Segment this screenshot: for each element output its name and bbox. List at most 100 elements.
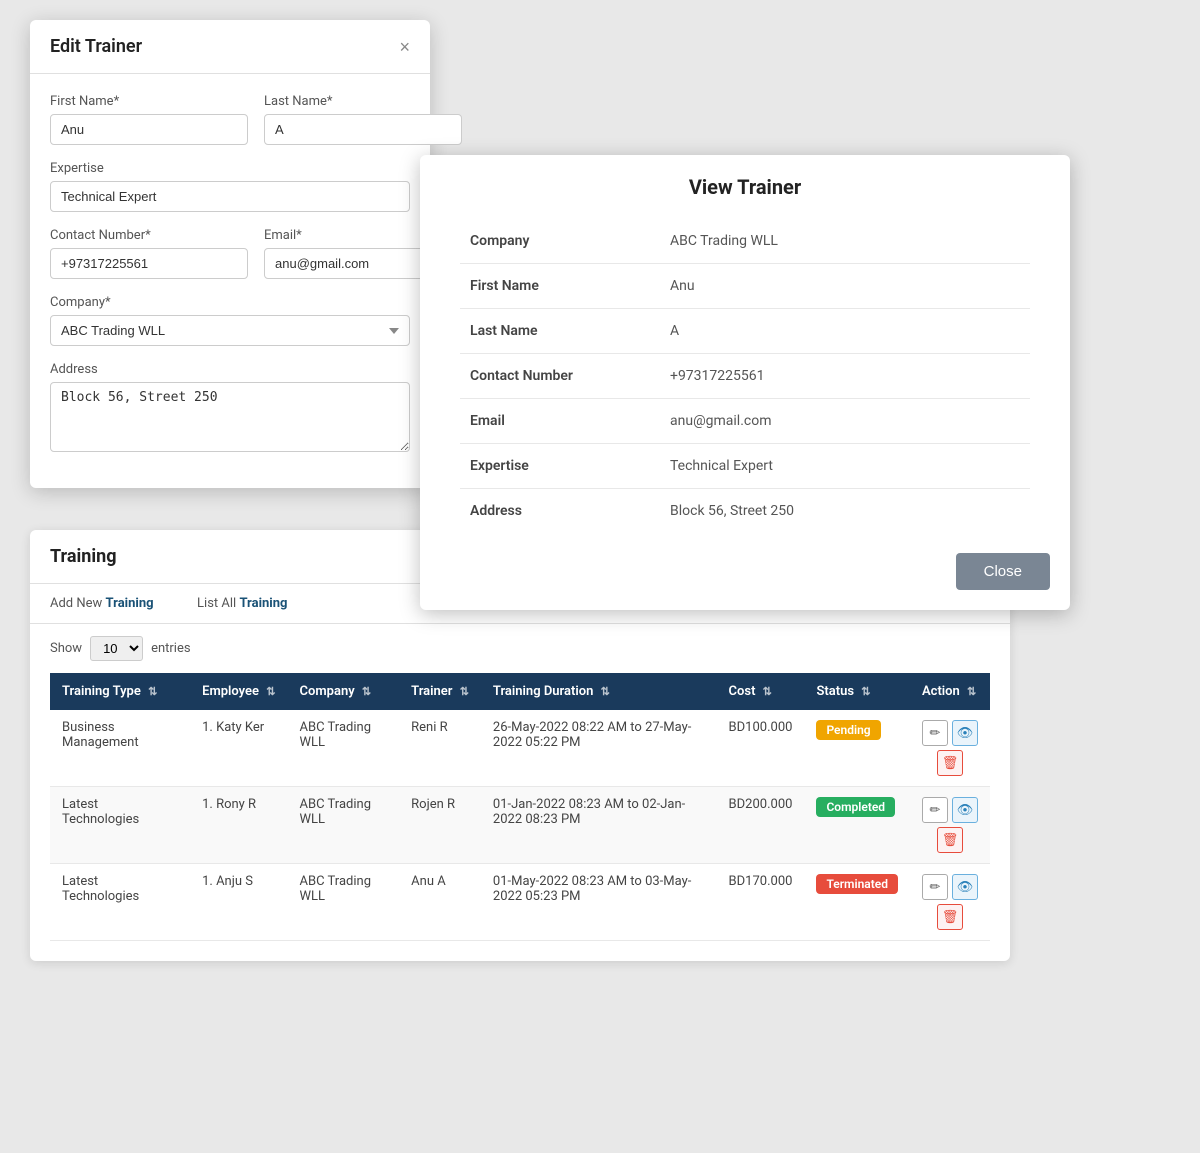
action-row-bottom: 🗑	[937, 750, 963, 776]
view-row-label: First Name	[460, 264, 660, 309]
address-label: Address	[50, 362, 410, 377]
name-row: First Name* Last Name*	[50, 94, 410, 145]
training-table-body: Business Management 1. Katy Ker ABC Trad…	[50, 710, 990, 941]
delete-button[interactable]: 🗑	[937, 904, 963, 930]
training-col-header[interactable]: Trainer ⇅	[399, 673, 481, 710]
training-col-header[interactable]: Cost ⇅	[717, 673, 805, 710]
duration-cell: 26-May-2022 08:22 AM to 27-May-2022 05:2…	[481, 710, 717, 787]
edit-button[interactable]: ✏	[922, 797, 948, 823]
action-buttons: ✏ 👁 🗑	[922, 797, 978, 853]
list-all-type: Training	[239, 596, 287, 611]
edit-trainer-close-button[interactable]: ×	[399, 38, 410, 56]
expertise-label: Expertise	[50, 161, 410, 176]
cost-cell: BD200.000	[717, 787, 805, 864]
address-textarea[interactable]: Block 56, Street 250	[50, 382, 410, 452]
edit-trainer-body: First Name* Last Name* Expertise Contact…	[30, 74, 430, 488]
action-cell: ✏ 👁 🗑	[910, 787, 990, 864]
view-row-value: Anu	[660, 264, 1030, 309]
company-cell: ABC Trading WLL	[288, 710, 400, 787]
view-trainer-footer: Close	[420, 533, 1070, 610]
address-group: Address Block 56, Street 250	[50, 362, 410, 452]
edit-button[interactable]: ✏	[922, 874, 948, 900]
view-button[interactable]: 👁	[952, 720, 978, 746]
view-row-value: anu@gmail.com	[660, 399, 1030, 444]
view-trainer-table-wrapper: Company ABC Trading WLL First Name Anu L…	[420, 219, 1070, 533]
training-col-header[interactable]: Company ⇅	[288, 673, 400, 710]
view-trainer-row: Company ABC Trading WLL	[460, 219, 1030, 264]
action-row-top: ✏ 👁	[922, 797, 978, 823]
training-table-head: Training Type ⇅Employee ⇅Company ⇅Traine…	[50, 673, 990, 710]
company-select[interactable]: ABC Trading WLL	[50, 315, 410, 346]
table-row: Business Management 1. Katy Ker ABC Trad…	[50, 710, 990, 787]
view-row-label: Contact Number	[460, 354, 660, 399]
contact-email-row: Contact Number* Email*	[50, 228, 410, 279]
add-new-type: Training	[106, 596, 154, 611]
first-name-label: First Name*	[50, 94, 248, 109]
action-buttons: ✏ 👁 🗑	[922, 720, 978, 776]
list-all-training-link[interactable]: List All Training	[177, 584, 307, 623]
last-name-label: Last Name*	[264, 94, 462, 109]
cost-cell: BD170.000	[717, 864, 805, 941]
action-cell: ✏ 👁 🗑	[910, 710, 990, 787]
first-name-group: First Name*	[50, 94, 248, 145]
view-trainer-title: View Trainer	[440, 175, 1050, 199]
sort-icon: ⇅	[266, 685, 275, 698]
show-entries-row: Show 10 25 50 entries	[30, 624, 1010, 673]
employee-cell: 1. Anju S	[190, 864, 287, 941]
view-trainer-row: Contact Number +97317225561	[460, 354, 1030, 399]
edit-trainer-header: Edit Trainer ×	[30, 20, 430, 74]
contact-input[interactable]	[50, 248, 248, 279]
action-row-bottom: 🗑	[937, 904, 963, 930]
training-type-cell: Latest Technologies	[50, 787, 190, 864]
add-new-label: Add New	[50, 596, 102, 611]
first-name-input[interactable]	[50, 114, 248, 145]
table-row: Latest Technologies 1. Anju S ABC Tradin…	[50, 864, 990, 941]
edit-trainer-modal: Edit Trainer × First Name* Last Name* Ex…	[30, 20, 430, 488]
company-group: Company* ABC Trading WLL	[50, 295, 410, 346]
duration-cell: 01-May-2022 08:23 AM to 03-May-2022 05:2…	[481, 864, 717, 941]
view-row-label: Email	[460, 399, 660, 444]
status-badge: Terminated	[816, 874, 898, 894]
view-trainer-row: Expertise Technical Expert	[460, 444, 1030, 489]
company-label: Company*	[50, 295, 410, 310]
duration-cell: 01-Jan-2022 08:23 AM to 02-Jan-2022 08:2…	[481, 787, 717, 864]
company-cell: ABC Trading WLL	[288, 864, 400, 941]
company-cell: ABC Trading WLL	[288, 787, 400, 864]
add-new-training-link[interactable]: Add New Training	[30, 584, 174, 623]
view-row-value: ABC Trading WLL	[660, 219, 1030, 264]
trainer-cell: Rojen R	[399, 787, 481, 864]
action-row-top: ✏ 👁	[922, 720, 978, 746]
edit-button[interactable]: ✏	[922, 720, 948, 746]
view-row-label: Company	[460, 219, 660, 264]
view-trainer-row: Address Block 56, Street 250	[460, 489, 1030, 534]
delete-button[interactable]: 🗑	[937, 750, 963, 776]
action-buttons: ✏ 👁 🗑	[922, 874, 978, 930]
view-row-value: A	[660, 309, 1030, 354]
view-row-value: Technical Expert	[660, 444, 1030, 489]
training-col-header[interactable]: Status ⇅	[804, 673, 910, 710]
training-col-header[interactable]: Employee ⇅	[190, 673, 287, 710]
last-name-input[interactable]	[264, 114, 462, 145]
entries-count-select[interactable]: 10 25 50	[90, 636, 143, 661]
status-cell: Completed	[804, 787, 910, 864]
trainer-cell: Anu A	[399, 864, 481, 941]
training-col-header[interactable]: Training Duration ⇅	[481, 673, 717, 710]
status-badge: Pending	[816, 720, 880, 740]
action-cell: ✏ 👁 🗑	[910, 864, 990, 941]
list-all-label: List All	[197, 596, 236, 611]
view-trainer-close-button[interactable]: Close	[956, 553, 1050, 590]
delete-button[interactable]: 🗑	[937, 827, 963, 853]
view-button[interactable]: 👁	[952, 874, 978, 900]
expertise-input[interactable]	[50, 181, 410, 212]
last-name-group: Last Name*	[264, 94, 462, 145]
training-col-header[interactable]: Action ⇅	[910, 673, 990, 710]
employee-cell: 1. Rony R	[190, 787, 287, 864]
view-row-label: Address	[460, 489, 660, 534]
training-table: Training Type ⇅Employee ⇅Company ⇅Traine…	[50, 673, 990, 941]
view-row-value: Block 56, Street 250	[660, 489, 1030, 534]
training-col-header[interactable]: Training Type ⇅	[50, 673, 190, 710]
sort-icon: ⇅	[763, 685, 772, 698]
show-label: Show	[50, 641, 82, 656]
company-row: Company* ABC Trading WLL	[50, 295, 410, 346]
view-button[interactable]: 👁	[952, 797, 978, 823]
